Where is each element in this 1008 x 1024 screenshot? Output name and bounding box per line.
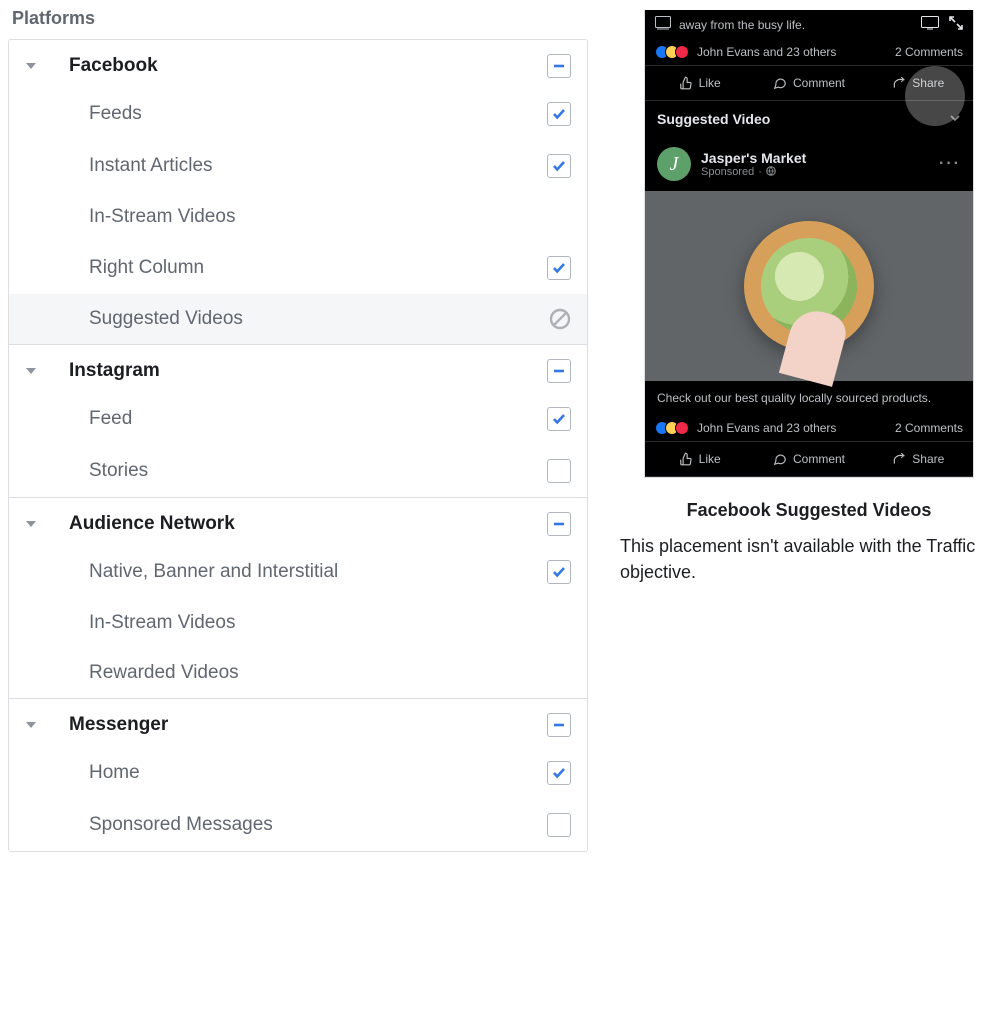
comment-action: Comment [754, 66, 863, 100]
chevron-down-icon [25, 719, 49, 731]
video-icon [655, 16, 671, 33]
placement-row-native-banner-interstitial[interactable]: Native, Banner and Interstitial [9, 546, 587, 598]
group-label: Messenger [49, 714, 547, 736]
more-icon: ··· [939, 155, 961, 173]
placement-row-suggested-videos[interactable]: Suggested Videos [9, 294, 587, 344]
placement-label: Feeds [69, 103, 547, 125]
unavailable-icon [549, 308, 571, 330]
preview-prev-comments: 2 Comments [895, 45, 963, 59]
group-label: Audience Network [49, 513, 547, 535]
placement-row-sponsored-messages[interactable]: Sponsored Messages [9, 799, 587, 851]
placement-label: Instant Articles [69, 155, 547, 177]
avatar: J [657, 147, 691, 181]
preview-post-engagement-text: John Evans and 23 others [697, 421, 836, 435]
preview-title: Facebook Suggested Videos [618, 500, 1000, 521]
group-header-messenger[interactable]: Messenger [9, 699, 587, 747]
placement-label: Rewarded Videos [69, 662, 571, 684]
platforms-panel: Facebook Feeds Instant Articles In-Strea… [8, 39, 588, 852]
checkbox-sponsored-messages[interactable] [547, 813, 571, 837]
placement-row-feed[interactable]: Feed [9, 393, 587, 445]
placement-row-feeds[interactable]: Feeds [9, 88, 587, 140]
globe-icon [766, 166, 776, 179]
highlight-circle [905, 66, 965, 126]
placement-row-home[interactable]: Home [9, 747, 587, 799]
placement-label: Stories [69, 460, 547, 482]
preview-post-caption: Check out our best quality locally sourc… [645, 381, 973, 415]
reaction-icons [655, 45, 691, 59]
checkbox-feed[interactable] [547, 407, 571, 431]
placement-label: Sponsored Messages [69, 814, 547, 836]
preview-prev-engagement-text: John Evans and 23 others [697, 45, 836, 59]
expand-icon [949, 16, 963, 33]
checkbox-instagram[interactable] [547, 359, 571, 383]
placement-row-in-stream-videos[interactable]: In-Stream Videos [9, 192, 587, 242]
preview-description: This placement isn't available with the … [618, 533, 1000, 585]
group-messenger: Messenger Home Sponsored Messages [9, 699, 587, 851]
placement-label: Feed [69, 408, 547, 430]
checkbox-native-banner-interstitial[interactable] [547, 560, 571, 584]
preview-post-engagement: John Evans and 23 others 2 Comments [645, 415, 973, 441]
group-facebook: Facebook Feeds Instant Articles In-Strea… [9, 40, 587, 345]
group-header-audience-network[interactable]: Audience Network [9, 498, 587, 546]
checkbox-instant-articles[interactable] [547, 154, 571, 178]
preview-prev-post-bar: away from the busy life. [645, 10, 973, 39]
group-audience-network: Audience Network Native, Banner and Inte… [9, 498, 587, 699]
checkbox-home[interactable] [547, 761, 571, 785]
placement-label: Suggested Videos [69, 308, 549, 330]
preview-post-image [645, 191, 973, 381]
screen-icon [921, 16, 939, 33]
preview-post-comments: 2 Comments [895, 421, 963, 435]
reaction-icons [655, 421, 691, 435]
placement-label: In-Stream Videos [69, 206, 571, 228]
group-header-facebook[interactable]: Facebook [9, 40, 587, 88]
checkbox-audience-network[interactable] [547, 512, 571, 536]
like-action: Like [645, 442, 754, 476]
placement-row-an-in-stream-videos[interactable]: In-Stream Videos [9, 598, 587, 648]
placement-row-right-column[interactable]: Right Column [9, 242, 587, 294]
chevron-down-icon [25, 60, 49, 72]
preview-post-header: J Jasper's Market Sponsored · ··· [645, 137, 973, 191]
group-label: Instagram [49, 360, 547, 382]
group-label: Facebook [49, 55, 547, 77]
like-action: Like [645, 66, 754, 100]
chevron-down-icon [25, 518, 49, 530]
preview-post-author: Jasper's Market [701, 150, 806, 166]
preview-post-meta: Sponsored [701, 166, 754, 178]
checkbox-messenger[interactable] [547, 713, 571, 737]
checkbox-feeds[interactable] [547, 102, 571, 126]
checkbox-stories[interactable] [547, 459, 571, 483]
group-instagram: Instagram Feed Stories [9, 345, 587, 498]
section-title: Platforms [12, 8, 588, 29]
placement-label: Right Column [69, 257, 547, 279]
preview-prev-engagement: John Evans and 23 others 2 Comments [645, 39, 973, 65]
share-action: Share [864, 442, 973, 476]
group-header-instagram[interactable]: Instagram [9, 345, 587, 393]
comment-action: Comment [754, 442, 863, 476]
preview-device: away from the busy life. John Evans and … [644, 10, 974, 478]
preview-post-actions: Like Comment Share [645, 441, 973, 477]
chevron-down-icon [25, 365, 49, 377]
checkbox-facebook[interactable] [547, 54, 571, 78]
placement-row-rewarded-videos[interactable]: Rewarded Videos [9, 648, 587, 698]
placement-row-stories[interactable]: Stories [9, 445, 587, 497]
placement-label: Native, Banner and Interstitial [69, 561, 547, 583]
checkbox-right-column[interactable] [547, 256, 571, 280]
preview-prev-post-text: away from the busy life. [679, 18, 805, 32]
placement-label: In-Stream Videos [69, 612, 571, 634]
placement-row-instant-articles[interactable]: Instant Articles [9, 140, 587, 192]
placement-label: Home [69, 762, 547, 784]
